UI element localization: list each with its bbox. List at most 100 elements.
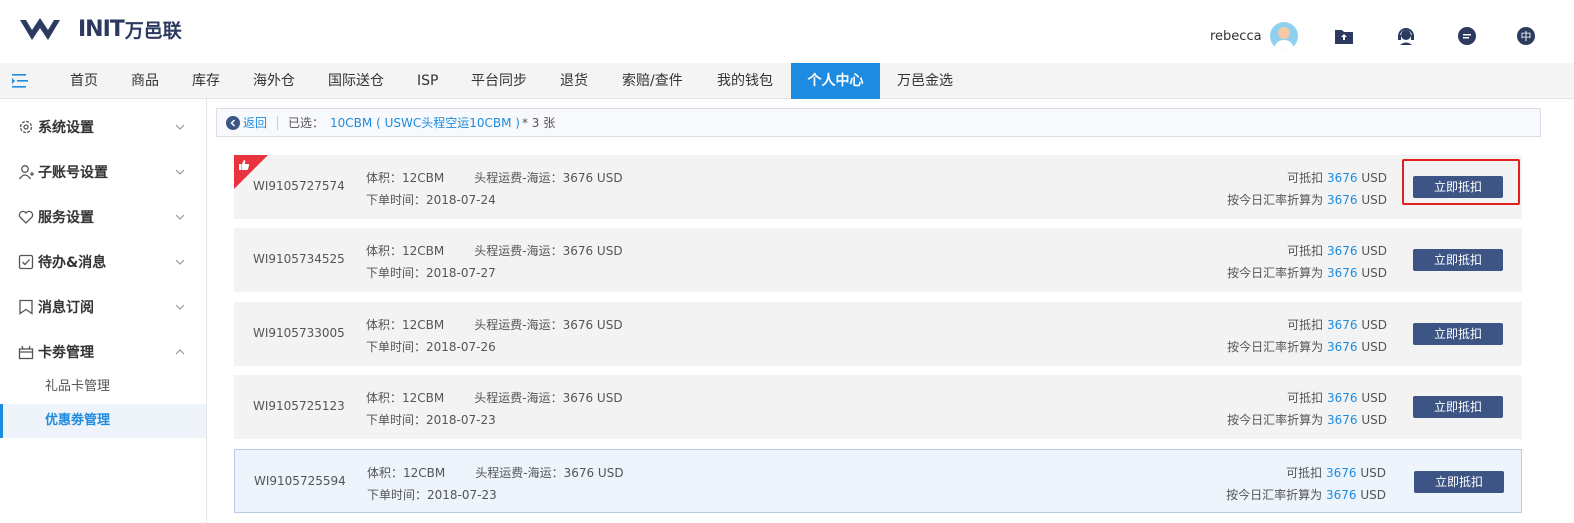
main-content: 返回 已选： 10CBM ( USWC头程空运10CBM ) * 3 张 WI9… — [207, 99, 1574, 523]
order-date: 下单时间：2018-07-23 — [367, 488, 497, 502]
back-link[interactable]: 返回 — [243, 114, 267, 131]
coupon-card[interactable]: WI9105733005 体积：12CBM 头程运费-海运：3676 USD 下单… — [234, 302, 1522, 366]
coupon-card[interactable]: WI9105727574 体积：12CBM 头程运费-海运：3676 USD 下单… — [234, 155, 1522, 219]
deductible-amount: 可抵扣 3676 USD — [1287, 318, 1387, 332]
language-zh-icon[interactable]: 中 — [1516, 26, 1536, 46]
sidebar-group-label: 系统设置 — [38, 120, 94, 136]
chevron-down-icon — [175, 124, 185, 130]
nav-claims[interactable]: 索赔/查件 — [622, 63, 683, 99]
nav-overseas-warehouse[interactable]: 海外仓 — [253, 63, 295, 99]
chevron-down-icon — [175, 304, 185, 310]
coupon-details: 体积：12CBM 头程运费-海运：3676 USD — [366, 316, 623, 333]
nav-returns[interactable]: 退货 — [560, 63, 588, 99]
deduct-now-button[interactable]: 立即抵扣 — [1414, 471, 1504, 493]
deduct-now-button[interactable]: 立即抵扣 — [1413, 249, 1503, 271]
user-menu[interactable]: rebecca — [1210, 22, 1298, 50]
rate-value: 3676 — [1326, 340, 1358, 354]
deductible-amount: 可抵扣 3676 USD — [1286, 466, 1386, 480]
freight: 头程运费-海运：3676 USD — [474, 318, 623, 332]
order-date: 下单时间：2018-07-24 — [366, 193, 496, 207]
coupon-number: WI9105734525 — [253, 252, 345, 266]
nav-personal-center[interactable]: 个人中心 — [791, 63, 880, 99]
chevron-down-icon — [175, 169, 185, 175]
deduct-value: 3676 — [1326, 391, 1358, 405]
coupon-details: 体积：12CBM 头程运费-海运：3676 USD — [367, 464, 624, 481]
sidebar-group-todo-messages[interactable]: 待办&消息 — [0, 240, 206, 284]
coupon-card[interactable]: WI9105725594 体积：12CBM 头程运费-海运：3676 USD 下单… — [234, 449, 1522, 513]
deduct-value: 3676 — [1326, 244, 1358, 258]
coupon-number: WI9105725594 — [254, 474, 346, 488]
selected-label: 已选： — [288, 116, 325, 130]
heart-icon — [18, 210, 34, 224]
order-date: 下单时间：2018-07-27 — [366, 266, 496, 280]
rate-value: 3676 — [1325, 488, 1357, 502]
coupon-card[interactable]: WI9105725123 体积：12CBM 头程运费-海运：3676 USD 下单… — [234, 375, 1522, 439]
nav-intl-delivery[interactable]: 国际送仓 — [328, 63, 384, 99]
sidebar-group-label: 消息订阅 — [38, 300, 94, 316]
volume: 体积：12CBM — [366, 318, 445, 332]
volume: 体积：12CBM — [367, 466, 446, 480]
deduct-now-button[interactable]: 立即抵扣 — [1413, 323, 1503, 345]
chevron-down-icon — [175, 259, 185, 265]
sidebar-group-label: 服务设置 — [38, 210, 94, 226]
freight: 头程运费-海运：3676 USD — [474, 171, 623, 185]
nav-platform-sync[interactable]: 平台同步 — [471, 63, 527, 99]
logo-cn: 万邑联 — [124, 19, 182, 42]
coupon-details: 体积：12CBM 头程运费-海运：3676 USD — [366, 242, 623, 259]
divider — [277, 115, 279, 130]
sidebar-group-label: 子账号设置 — [38, 165, 108, 181]
sidebar-item-coupons[interactable]: 优惠劵管理 — [0, 404, 206, 438]
nav-golden-select[interactable]: 万邑金选 — [897, 63, 953, 99]
sidebar-group-sub-accounts[interactable]: 子账号设置 — [0, 150, 206, 194]
converted-amount: 按今日汇率折算为 3676 USD — [1227, 266, 1387, 280]
thumbs-up-icon — [239, 160, 250, 170]
chevron-up-icon — [175, 349, 185, 355]
upload-folder-icon[interactable] — [1334, 26, 1354, 46]
gear-icon — [19, 120, 33, 134]
sidebar-group-service-settings[interactable]: 服务设置 — [0, 195, 206, 239]
coupon-card[interactable]: WI9105734525 体积：12CBM 头程运费-海运：3676 USD 下单… — [234, 228, 1522, 292]
rate-value: 3676 — [1326, 266, 1358, 280]
sidebar: 系统设置 子账号设置 服务设置 待办&消息 消息订阅 卡劵管理 礼品卡管理 优惠… — [0, 99, 207, 523]
rate-value: 3676 — [1326, 193, 1358, 207]
logo[interactable]: INIT 万邑联 — [18, 12, 182, 46]
chevron-down-icon — [175, 214, 185, 220]
language-zh-glyph: 中 — [1521, 30, 1532, 43]
deductible-amount: 可抵扣 3676 USD — [1287, 171, 1387, 185]
order-date: 下单时间：2018-07-23 — [366, 413, 496, 427]
coupon-details: 体积：12CBM 头程运费-海运：3676 USD — [366, 169, 623, 186]
deduct-value: 3676 — [1326, 318, 1358, 332]
user-icon — [18, 165, 34, 180]
deductible-amount: 可抵扣 3676 USD — [1287, 244, 1387, 258]
breadcrumb: 返回 已选： 10CBM ( USWC头程空运10CBM ) * 3 张 — [216, 108, 1541, 137]
nav-products[interactable]: 商品 — [131, 63, 159, 99]
chat-bubble-icon[interactable] — [1457, 26, 1477, 46]
converted-amount: 按今日汇率折算为 3676 USD — [1227, 413, 1387, 427]
deduct-now-button[interactable]: 立即抵扣 — [1413, 396, 1503, 418]
back-arrow-icon[interactable] — [226, 115, 240, 130]
nav-home[interactable]: 首页 — [70, 63, 98, 99]
order-date: 下单时间：2018-07-26 — [366, 340, 496, 354]
freight: 头程运费-海运：3676 USD — [474, 244, 623, 258]
menu-collapse-icon[interactable] — [12, 73, 30, 89]
nav-isp[interactable]: ISP — [417, 63, 438, 99]
avatar[interactable] — [1269, 22, 1298, 50]
deductible-amount: 可抵扣 3676 USD — [1287, 391, 1387, 405]
sidebar-item-gift-cards[interactable]: 礼品卡管理 — [0, 370, 206, 404]
logo-mark-icon — [20, 18, 60, 40]
sidebar-group-card-management[interactable]: 卡劵管理 — [0, 330, 206, 374]
rate-value: 3676 — [1326, 413, 1358, 427]
checkbox-icon — [18, 254, 34, 270]
selected-value: 10CBM ( USWC头程空运10CBM ) — [330, 116, 520, 130]
main-nav: 首页 商品 库存 海外仓 国际送仓 ISP 平台同步 退货 索赔/查件 我的钱包… — [0, 63, 1574, 99]
sidebar-group-subscriptions[interactable]: 消息订阅 — [0, 285, 206, 329]
deduct-now-button[interactable]: 立即抵扣 — [1413, 176, 1503, 198]
sidebar-group-system-settings[interactable]: 系统设置 — [0, 105, 206, 149]
converted-amount: 按今日汇率折算为 3676 USD — [1226, 488, 1386, 502]
nav-wallet[interactable]: 我的钱包 — [717, 63, 773, 99]
volume: 体积：12CBM — [366, 391, 445, 405]
support-headset-icon[interactable] — [1396, 26, 1416, 46]
nav-inventory[interactable]: 库存 — [192, 63, 220, 99]
gift-icon — [18, 345, 34, 360]
converted-amount: 按今日汇率折算为 3676 USD — [1227, 193, 1387, 207]
